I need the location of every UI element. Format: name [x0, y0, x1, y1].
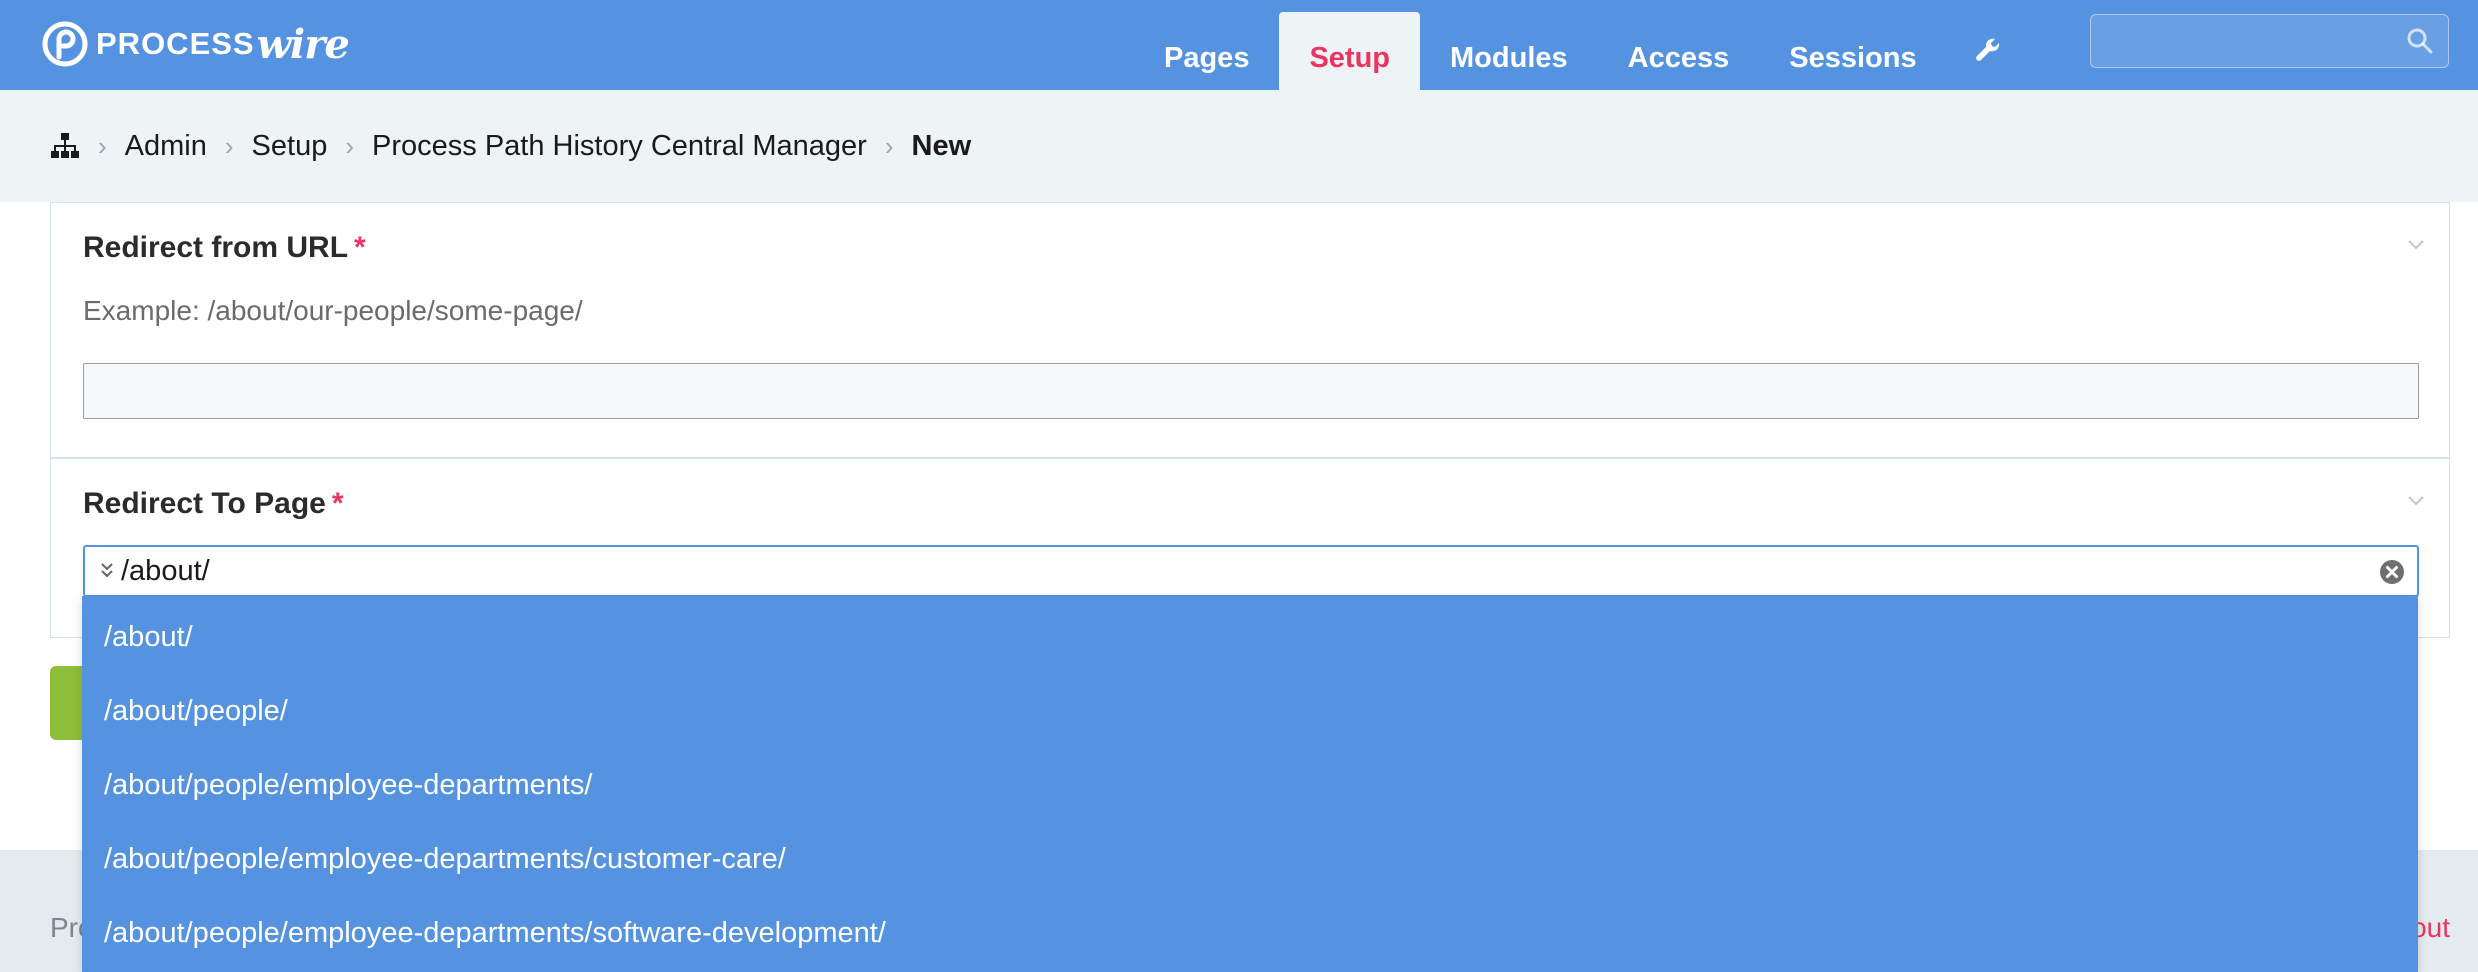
breadcrumb-bar: › Admin › Setup › Process Path History C…: [0, 90, 2478, 202]
logo-text-wire: wire: [256, 20, 350, 68]
search-icon: [2407, 28, 2433, 54]
breadcrumb-process-manager[interactable]: Process Path History Central Manager: [372, 130, 867, 163]
redirect-to-select[interactable]: /about/: [83, 545, 2419, 597]
dropdown-option[interactable]: /about/people/: [82, 674, 2418, 748]
breadcrumb-separator: ›: [98, 130, 107, 161]
nav-pages[interactable]: Pages: [1134, 12, 1279, 90]
redirect-from-field: Redirect from URL * Example: /about/our-p…: [50, 202, 2450, 458]
nav-modules[interactable]: Modules: [1420, 12, 1598, 90]
redirect-to-label[interactable]: Redirect To Page *: [83, 487, 344, 521]
breadcrumb-separator: ›: [224, 130, 234, 161]
nav-sessions[interactable]: Sessions: [1759, 12, 1946, 90]
required-mark: *: [331, 487, 344, 520]
main-nav: Pages Setup Modules Access Sessions: [1134, 12, 2031, 90]
redirect-from-input[interactable]: [83, 363, 2419, 419]
double-chevron-down-icon: [101, 563, 113, 578]
breadcrumb-separator: ›: [345, 130, 355, 161]
logo-text-process: PROCESS: [96, 26, 255, 61]
breadcrumb: › Admin › Setup › Process Path History C…: [50, 128, 971, 164]
processwire-logo-icon: [42, 21, 88, 67]
breadcrumb-setup[interactable]: Setup: [252, 130, 328, 163]
required-mark: *: [354, 231, 366, 264]
chevron-down-icon[interactable]: [2407, 495, 2425, 507]
breadcrumb-current: New: [911, 129, 972, 162]
redirect-to-dropdown: /about/ /about/people/ /about/people/emp…: [82, 596, 2418, 972]
processwire-logo[interactable]: PROCESS wire: [42, 18, 350, 70]
dropdown-option[interactable]: /about/people/employee-departments/: [82, 748, 2418, 822]
nav-access[interactable]: Access: [1598, 12, 1760, 90]
sitemap-icon[interactable]: [50, 132, 80, 160]
nav-setup[interactable]: Setup: [1279, 12, 1421, 90]
redirect-from-description: Example: /about/our-people/some-page/: [83, 295, 583, 326]
redirect-from-label[interactable]: Redirect from URL *: [83, 231, 366, 265]
redirect-to-value: /about/: [121, 555, 210, 587]
dropdown-option[interactable]: /about/: [82, 600, 2418, 674]
clear-icon[interactable]: [2379, 559, 2405, 585]
top-navbar: PROCESS wire Pages Setup Modules Access …: [0, 0, 2478, 90]
breadcrumb-admin[interactable]: Admin: [125, 130, 207, 163]
breadcrumb-separator: ›: [884, 130, 894, 161]
dropdown-option[interactable]: /about/people/employee-departments/softw…: [82, 896, 2418, 970]
chevron-down-icon[interactable]: [2407, 239, 2425, 251]
wrench-icon[interactable]: [1947, 12, 2031, 90]
dropdown-option[interactable]: /about/people/employee-departments/custo…: [82, 822, 2418, 896]
search-input[interactable]: [2090, 14, 2449, 68]
